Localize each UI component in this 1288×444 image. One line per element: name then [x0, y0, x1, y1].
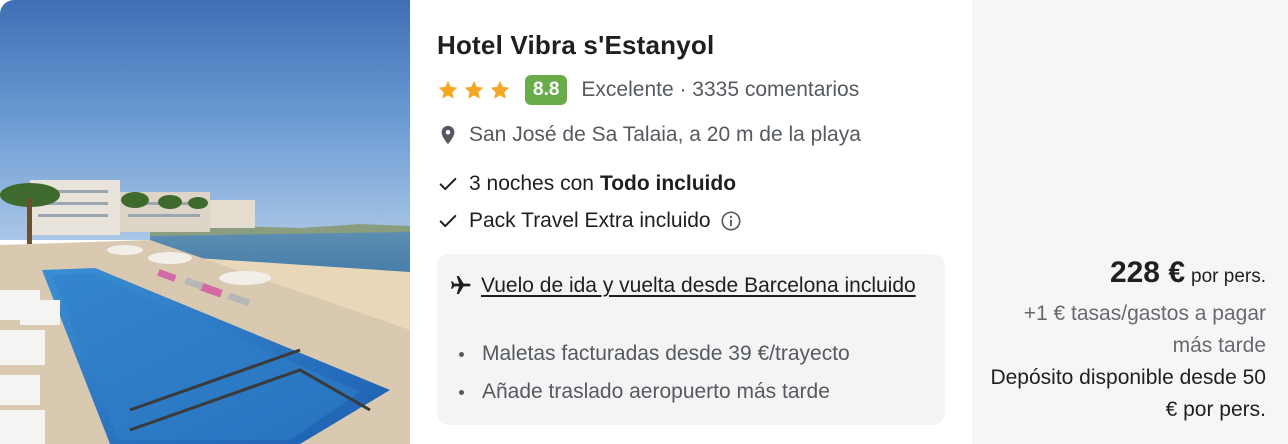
board-type: Todo incluido: [599, 172, 737, 195]
deposit-info: Depósito disponible desde 50 € por pers.: [990, 366, 1266, 421]
hotel-pool-image: [0, 0, 410, 444]
flight-box: Vuelo de ida y vuelta desde Barcelona in…: [437, 254, 945, 425]
nights-text: 3 noches con: [469, 172, 594, 195]
score-badge: 8.8: [525, 75, 568, 105]
star-icon: [464, 80, 484, 99]
hotel-location: San José de Sa Talaia, a 20 m de la play…: [469, 123, 861, 146]
info-icon[interactable]: [720, 210, 742, 232]
check-icon: [439, 177, 457, 191]
hotel-result-card[interactable]: Hotel Vibra s'Estanyol 8.8 Excelente · 3…: [0, 0, 1288, 444]
flight-bullet: Añade traslado aeropuerto más tarde: [459, 380, 830, 404]
flight-link[interactable]: Vuelo de ida y vuelta desde Barcelona in…: [481, 270, 921, 302]
hotel-stars: [437, 79, 511, 101]
check-icon: [439, 214, 457, 228]
flight-bullet: Maletas facturadas desde 39 €/trayecto: [459, 342, 850, 366]
hotel-info: Hotel Vibra s'Estanyol 8.8 Excelente · 3…: [437, 0, 957, 444]
bullet-text: Maletas facturadas desde 39 €/trayecto: [482, 342, 850, 365]
price-unit: por pers.: [1191, 266, 1266, 287]
price-panel: 228 € por pers. +1 € tasas/gastos a paga…: [972, 0, 1288, 444]
plane-icon: [451, 276, 471, 294]
star-icon: [490, 80, 510, 99]
bullet-dot: [459, 351, 464, 357]
price-line: 228 € por pers.: [1110, 256, 1266, 290]
bullet-dot: [459, 389, 464, 395]
rating-summary[interactable]: Excelente · 3335 comentarios: [581, 78, 859, 102]
feature-nights: 3 noches con Todo incluido: [437, 170, 736, 198]
rating-row: 8.8 Excelente · 3335 comentarios: [437, 74, 859, 106]
hotel-name[interactable]: Hotel Vibra s'Estanyol: [437, 30, 714, 61]
feature-pack: Pack Travel Extra incluido: [437, 207, 742, 235]
location-row: San José de Sa Talaia, a 20 m de la play…: [437, 120, 861, 150]
pack-text: Pack Travel Extra incluido: [469, 209, 711, 232]
star-icon: [438, 80, 458, 99]
price-fees: +1 € tasas/gastos a pagar más tarde: [1023, 302, 1266, 357]
bullet-text: Añade traslado aeropuerto más tarde: [482, 380, 830, 403]
location-pin-icon: [441, 125, 455, 145]
price-amount: 228 €: [1109, 256, 1186, 289]
hotel-photo[interactable]: [0, 0, 410, 444]
